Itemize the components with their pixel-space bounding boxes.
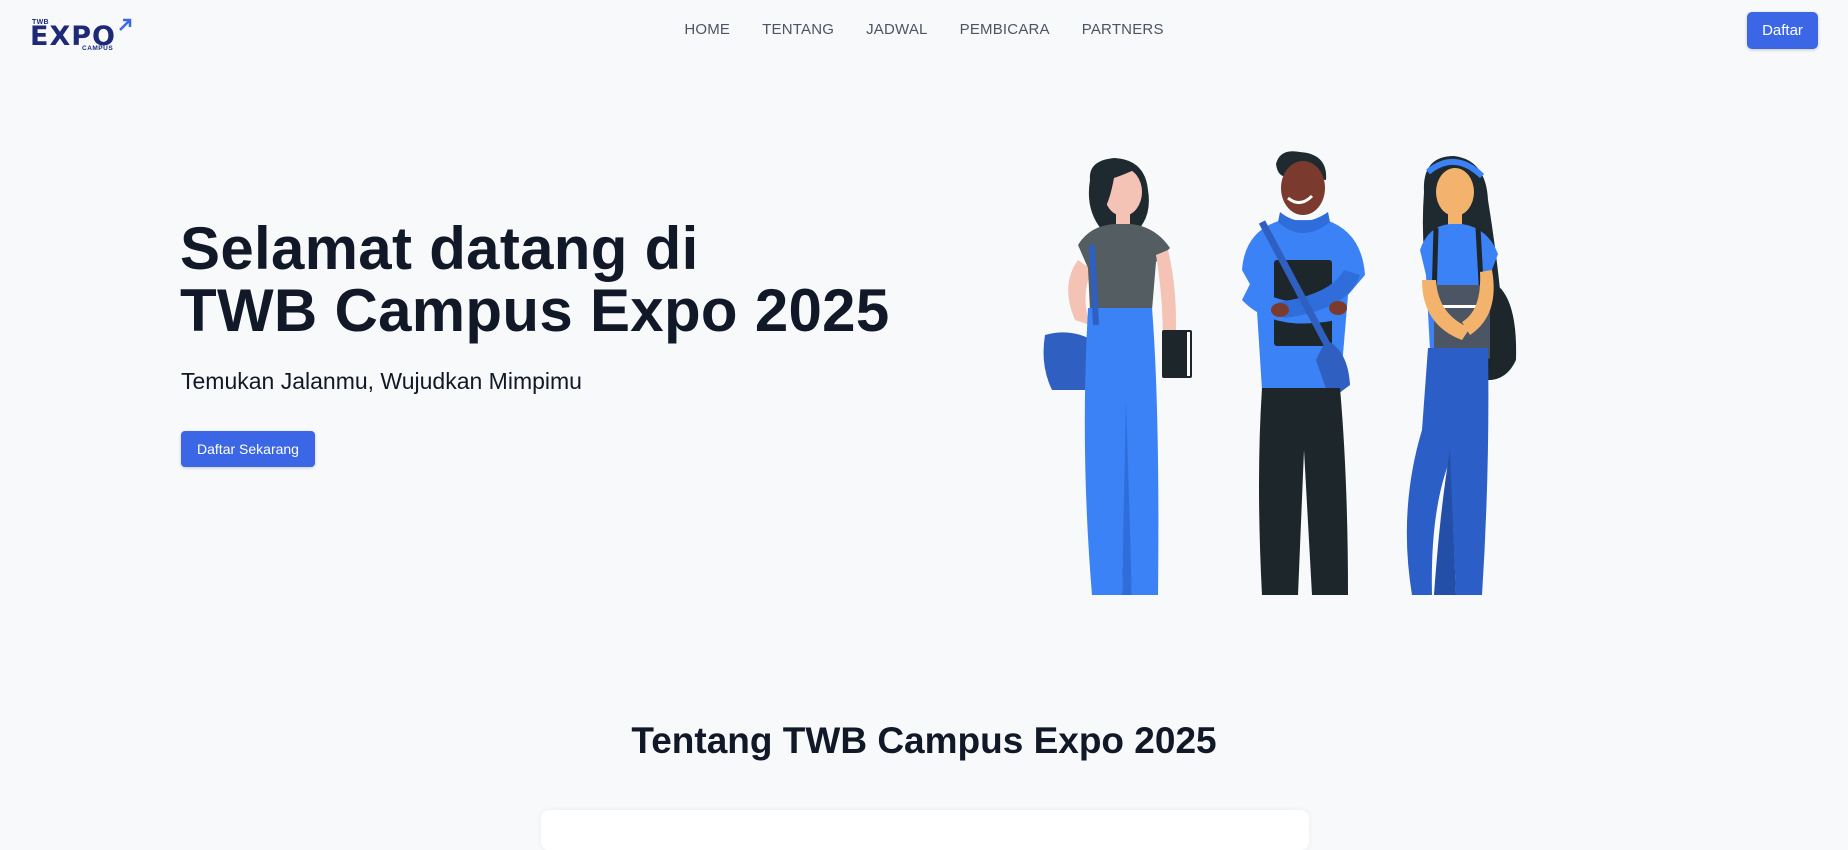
nav-links: HOME TENTANG JADWAL PEMBICARA PARTNERS [0,21,1848,38]
hero-subtitle: Temukan Jalanmu, Wujudkan Mimpimu [181,368,582,394]
hero-title: Selamat datang di TWB Campus Expo 2025 [180,218,890,342]
daftar-button[interactable]: Daftar [1747,12,1818,49]
navbar: TWB EXPO CAMPUS HOME TENTANG JADWAL PEMB… [0,0,1848,62]
logo-sub-text: CAMPUS [82,45,114,52]
nav-pembicara[interactable]: PEMBICARA [960,21,1050,38]
nav-partners[interactable]: PARTNERS [1082,21,1164,38]
hero-title-line2: TWB Campus Expo 2025 [180,277,890,344]
student-boy-center-icon [1242,151,1365,595]
student-girl-right-icon [1406,156,1517,595]
about-card [541,810,1309,850]
about-title: Tentang TWB Campus Expo 2025 [631,720,1217,761]
nav-tentang[interactable]: TENTANG [762,21,834,38]
student-girl-left-icon [1043,158,1192,595]
daftar-sekarang-button[interactable]: Daftar Sekarang [181,431,315,467]
hero-title-line1: Selamat datang di [180,215,699,282]
nav-jadwal[interactable]: JADWAL [866,21,928,38]
students-illustration [1043,151,1517,595]
nav-home[interactable]: HOME [684,21,730,38]
